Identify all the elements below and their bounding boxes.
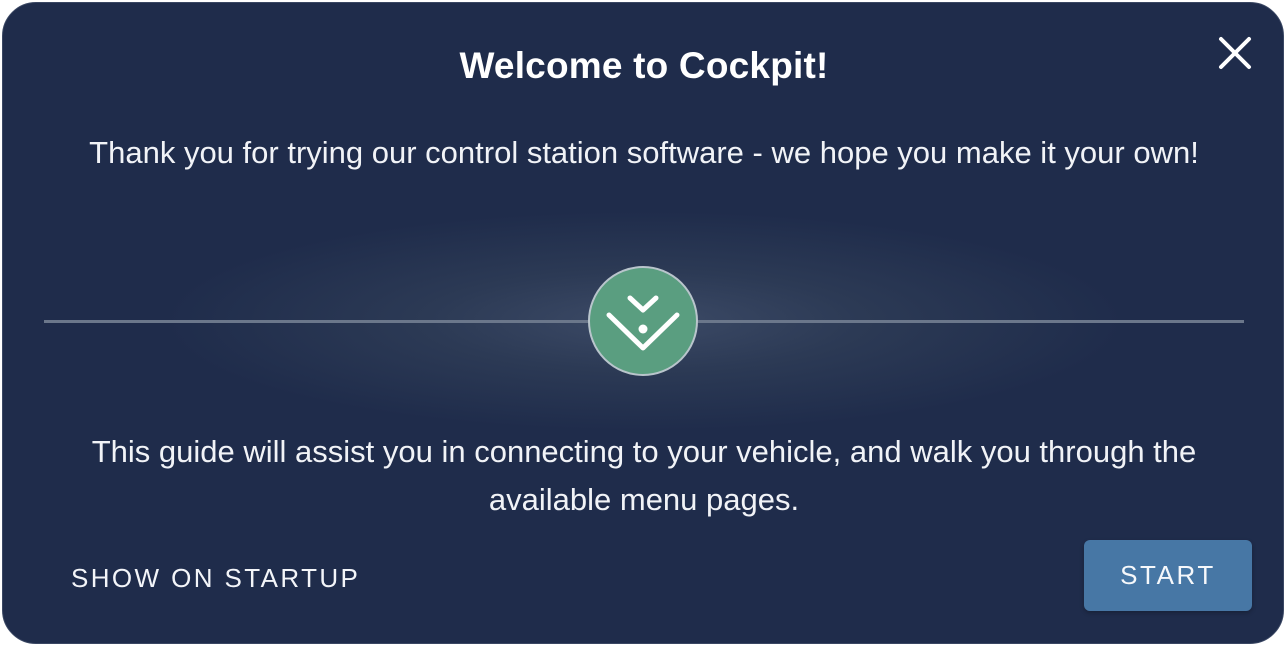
- close-button[interactable]: [1215, 33, 1255, 73]
- cockpit-logo-icon: [606, 295, 680, 351]
- intro-text: Thank you for trying our control station…: [89, 135, 1199, 170]
- cockpit-logo: [588, 266, 698, 376]
- welcome-dialog: Welcome to Cockpit! Thank you for trying…: [2, 2, 1284, 644]
- dialog-title: Welcome to Cockpit!: [459, 45, 829, 86]
- guide-text: This guide will assist you in connecting…: [91, 434, 1197, 517]
- show-on-startup-toggle[interactable]: SHOW ON STARTUP: [61, 558, 370, 598]
- close-icon: [1219, 37, 1251, 69]
- start-button[interactable]: START: [1084, 540, 1252, 611]
